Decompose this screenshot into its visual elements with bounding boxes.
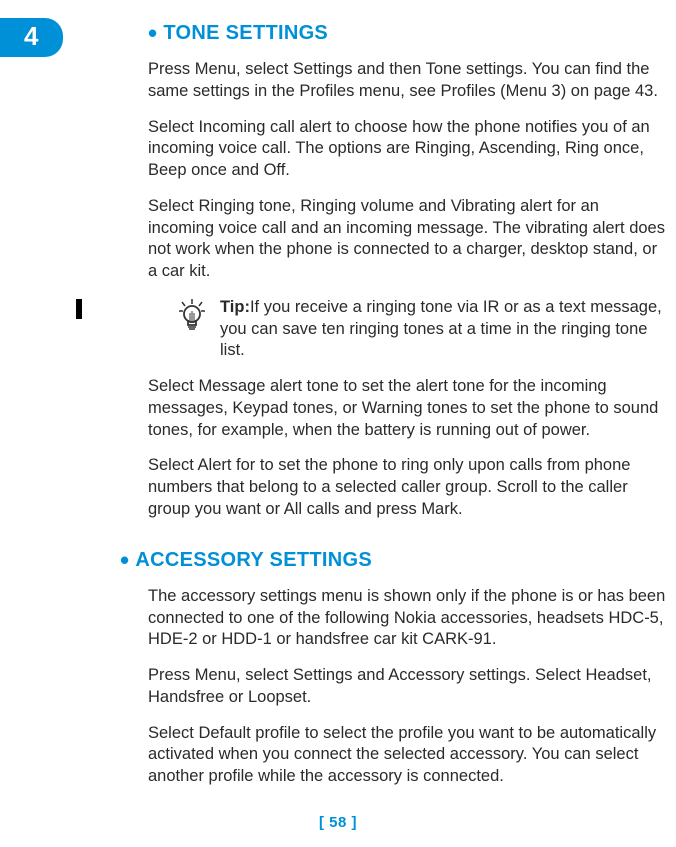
tip-text: Tip:If you receive a ringing tone via IR… xyxy=(220,297,666,362)
body-paragraph: Press Menu, select Settings and then Ton… xyxy=(148,59,666,103)
body-paragraph: Select Ringing tone, Ringing volume and … xyxy=(148,196,666,283)
bullet-icon: • xyxy=(120,545,129,575)
page-number: [ 58 ] xyxy=(0,814,676,831)
tip-label: Tip: xyxy=(220,298,250,316)
body-paragraph: Select Default profile to select the pro… xyxy=(148,723,666,788)
heading-text: TONE SETTINGS xyxy=(163,22,328,44)
body-paragraph: Select Message alert tone to set the ale… xyxy=(148,376,666,441)
bullet-icon: • xyxy=(148,18,157,48)
tip-block: Tip:If you receive a ringing tone via IR… xyxy=(148,297,666,362)
lightbulb-icon xyxy=(178,299,206,340)
tone-settings-heading: •TONE SETTINGS xyxy=(148,22,666,45)
body-paragraph: Select Alert for to set the phone to rin… xyxy=(148,455,666,520)
accessory-settings-heading: •ACCESSORY SETTINGS xyxy=(120,549,666,572)
tip-margin-marker xyxy=(76,299,82,319)
chapter-tab: 4 xyxy=(0,18,63,57)
body-paragraph: Press Menu, select Settings and Accessor… xyxy=(148,665,666,709)
body-paragraph: The accessory settings menu is shown onl… xyxy=(148,586,666,651)
page-content: •TONE SETTINGS Press Menu, select Settin… xyxy=(148,0,666,788)
heading-text: ACCESSORY SETTINGS xyxy=(135,549,372,571)
body-paragraph: Select Incoming call alert to choose how… xyxy=(148,117,666,182)
tip-body: If you receive a ringing tone via IR or … xyxy=(220,298,662,360)
